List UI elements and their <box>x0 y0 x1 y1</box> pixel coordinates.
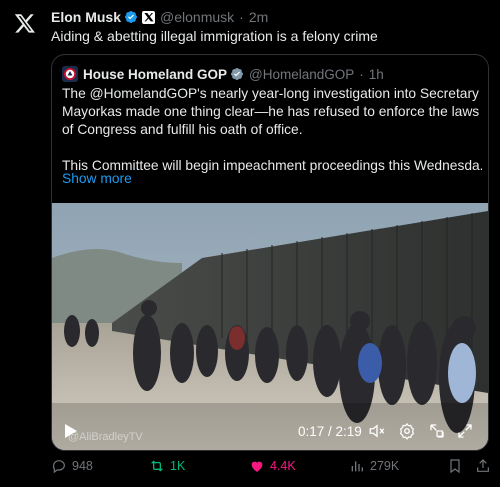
author-name[interactable]: Elon Musk <box>51 9 121 25</box>
view-count: 279K <box>370 459 400 473</box>
quote-text: The @HomelandGOP's nearly year-long inve… <box>62 85 482 175</box>
heart-icon <box>251 461 263 472</box>
quote-author-name[interactable]: House Homeland GOP <box>83 67 227 82</box>
like-button[interactable]: 4.4K <box>249 458 296 474</box>
fullscreen-icon[interactable] <box>456 422 474 440</box>
verified-badge-icon[interactable] <box>230 67 244 81</box>
tweet-text: Aiding & abetting illegal immigration is… <box>51 28 378 44</box>
separator-dot: · <box>359 66 364 82</box>
mute-icon[interactable] <box>368 422 386 440</box>
video-frame <box>52 203 488 450</box>
bookmark-icon <box>450 459 460 474</box>
video-player[interactable]: @AliBradleyTV 0:17 / 2:19 <box>52 203 488 450</box>
tweet-header: Elon Musk @elonmusk · 2m <box>51 8 268 26</box>
author-handle[interactable]: @elonmusk <box>160 9 234 25</box>
affiliation-badge-icon[interactable] <box>142 10 156 24</box>
x-logo-icon[interactable] <box>14 12 36 34</box>
bookmark-button[interactable] <box>447 458 463 474</box>
share-icon <box>477 459 489 472</box>
quote-header: House Homeland GOP @HomelandGOP · 1h <box>62 65 384 83</box>
quote-paragraph-1: The @HomelandGOP's nearly year-long inve… <box>62 86 480 137</box>
analytics-icon <box>351 461 363 472</box>
show-more-link[interactable]: Show more <box>62 171 132 186</box>
quoted-tweet-card[interactable]: House Homeland GOP @HomelandGOP · 1h The… <box>51 54 489 451</box>
views-button[interactable]: 279K <box>349 458 399 474</box>
verified-badge-icon[interactable] <box>124 10 138 24</box>
play-icon[interactable] <box>64 423 78 439</box>
picture-in-picture-icon[interactable] <box>428 422 446 440</box>
repost-icon <box>151 460 163 472</box>
reply-button[interactable]: 948 <box>51 458 93 474</box>
quote-author-handle[interactable]: @HomelandGOP <box>249 67 354 82</box>
reply-icon <box>52 460 65 474</box>
repost-button[interactable]: 1K <box>149 458 185 474</box>
video-controls: 0:17 / 2:19 <box>52 415 488 450</box>
like-count: 4.4K <box>270 459 296 473</box>
tweet-time[interactable]: 2m <box>249 9 268 25</box>
reply-count: 948 <box>72 459 93 473</box>
tweet-action-bar: 948 1K 4.4K 279K <box>51 458 491 478</box>
quote-time[interactable]: 1h <box>369 67 384 82</box>
settings-icon[interactable] <box>398 422 416 440</box>
quote-avatar[interactable] <box>62 66 78 82</box>
share-button[interactable] <box>475 458 491 474</box>
separator-dot: · <box>239 9 244 25</box>
video-timestamp: 0:17 / 2:19 <box>298 424 362 439</box>
repost-count: 1K <box>170 459 186 473</box>
